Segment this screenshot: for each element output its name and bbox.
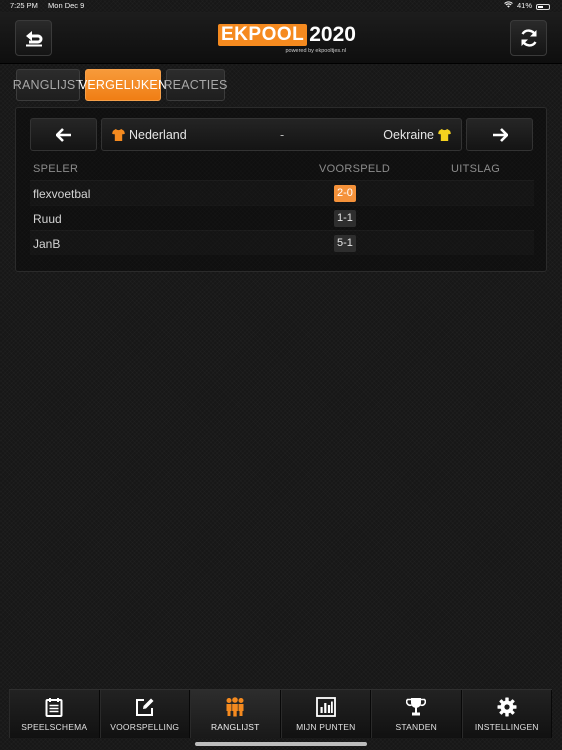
match-info: Nederland - Oekraine bbox=[101, 118, 462, 151]
logo-year-text: 2020 bbox=[309, 23, 356, 46]
next-match-button[interactable] bbox=[466, 118, 533, 151]
logo-ek-text: EKPOOL bbox=[218, 24, 308, 46]
prediction-score: 1-1 bbox=[334, 210, 356, 227]
player-name: Ruud bbox=[33, 212, 62, 226]
nav-label: MIJN PUNTEN bbox=[296, 722, 356, 732]
away-team: Oekraine bbox=[383, 128, 451, 142]
nav-speelschema[interactable]: SPEELSCHEMA bbox=[9, 690, 100, 738]
back-icon bbox=[25, 31, 42, 47]
wifi-icon bbox=[504, 0, 513, 12]
nav-label: RANGLIJST bbox=[210, 722, 260, 732]
nav-label: INSTELLINGEN bbox=[474, 722, 539, 732]
previous-match-button[interactable] bbox=[30, 118, 97, 151]
arrow-left-icon bbox=[55, 127, 71, 142]
logo-subtitle: powered by ekpooltjes.nl bbox=[285, 48, 346, 54]
predictions-table: SPELER VOORSPELD UITSLAG flexvoetbal 2-0… bbox=[30, 158, 534, 255]
status-time: 7:25 PM bbox=[10, 1, 38, 10]
home-team: Nederland bbox=[112, 128, 187, 142]
match-separator: - bbox=[280, 128, 285, 142]
edit-icon bbox=[135, 698, 154, 716]
tab-reacties[interactable]: REACTIES bbox=[163, 69, 227, 101]
nav-voorspelling[interactable]: VOORSPELLING bbox=[99, 690, 190, 738]
table-row[interactable]: JanB 5-1 bbox=[30, 230, 534, 255]
battery-icon bbox=[536, 3, 550, 10]
status-bar: 7:25 PM Mon Dec 9 41% bbox=[0, 0, 562, 12]
bottom-navigation: SPEELSCHEMA VOORSPELLING RANGLIJST MIJN … bbox=[9, 689, 552, 738]
nav-instellingen[interactable]: INSTELLINGEN bbox=[461, 690, 552, 738]
nav-label: SPEELSCHEMA bbox=[21, 722, 88, 732]
app-logo: EKPOOL 2020 powered by ekpooltjes.nl bbox=[218, 22, 356, 56]
tab-vergelijken[interactable]: VERGELIJKEN bbox=[79, 69, 167, 101]
header-prediction: VOORSPELD bbox=[319, 163, 391, 175]
prediction-score: 5-1 bbox=[334, 235, 356, 252]
nav-ranglijst[interactable]: RANGLIJST bbox=[190, 690, 281, 738]
nav-mijn-punten[interactable]: MIJN PUNTEN bbox=[280, 690, 371, 738]
compare-panel: Nederland - Oekraine SPELER VOORSPELD UI… bbox=[15, 107, 547, 272]
refresh-button[interactable] bbox=[510, 20, 547, 56]
calendar-icon bbox=[45, 698, 63, 717]
gear-icon bbox=[497, 697, 517, 717]
back-button[interactable] bbox=[15, 20, 52, 56]
home-team-name: Nederland bbox=[129, 128, 187, 142]
nav-label: VOORSPELLING bbox=[110, 722, 180, 732]
table-body: flexvoetbal 2-0 Ruud 1-1 JanB 5-1 bbox=[30, 180, 534, 255]
home-shirt-icon bbox=[112, 129, 125, 141]
nav-label: STANDEN bbox=[395, 722, 437, 732]
away-shirt-icon bbox=[438, 129, 451, 141]
battery-percentage: 41% bbox=[516, 1, 532, 10]
match-selector: Nederland - Oekraine bbox=[30, 118, 534, 151]
home-indicator[interactable] bbox=[195, 742, 367, 746]
trophy-icon bbox=[406, 698, 427, 716]
table-row[interactable]: flexvoetbal 2-0 bbox=[30, 180, 534, 205]
tab-bar: RANGLIJST VERGELIJKEN REACTIES bbox=[13, 69, 227, 101]
bar-chart-icon bbox=[315, 697, 336, 717]
header-result: UITSLAG bbox=[451, 163, 501, 175]
arrow-right-icon bbox=[492, 127, 508, 142]
player-name: flexvoetbal bbox=[33, 187, 91, 201]
nav-standen[interactable]: STANDEN bbox=[371, 690, 462, 738]
prediction-score: 2-0 bbox=[334, 185, 356, 202]
refresh-icon bbox=[520, 29, 537, 47]
status-date: Mon Dec 9 bbox=[48, 1, 85, 10]
player-name: JanB bbox=[33, 237, 61, 251]
table-row[interactable]: Ruud 1-1 bbox=[30, 205, 534, 230]
people-icon bbox=[226, 697, 244, 717]
away-team-name: Oekraine bbox=[383, 128, 434, 142]
header-player: SPELER bbox=[33, 163, 79, 175]
tab-ranglijst[interactable]: RANGLIJST bbox=[13, 69, 83, 101]
table-header: SPELER VOORSPELD UITSLAG bbox=[30, 158, 534, 180]
app-header: EKPOOL 2020 powered by ekpooltjes.nl bbox=[0, 12, 562, 64]
